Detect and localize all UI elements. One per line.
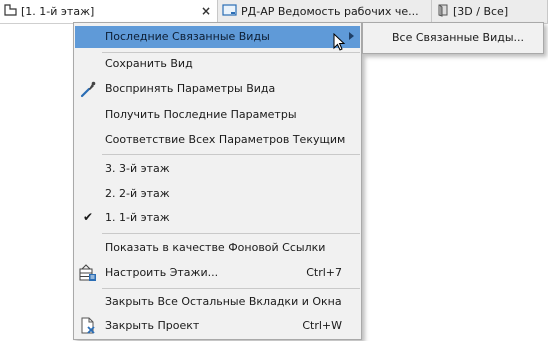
menu-item-label: Сохранить Вид bbox=[105, 57, 193, 70]
menu-item-label: Закрыть Проект bbox=[105, 319, 200, 332]
menu-item-close-project[interactable]: Закрыть Проект Ctrl+W bbox=[75, 315, 360, 337]
menu-item-label: 1. 1-й этаж bbox=[105, 211, 170, 224]
menu-item-shortcut: Ctrl+W bbox=[302, 319, 342, 332]
tab-label: [3D / Все] bbox=[453, 5, 509, 18]
floor-settings-icon bbox=[79, 264, 97, 282]
tab-label: РД-АР Ведомость рабочих че... bbox=[241, 5, 419, 18]
menu-item-save-view[interactable]: Сохранить Вид bbox=[75, 53, 360, 75]
menu-separator bbox=[102, 233, 360, 234]
close-project-icon bbox=[79, 317, 97, 335]
app-frame: [1. 1-й этаж] × РД-АР Ведомость рабочих … bbox=[0, 0, 548, 341]
menu-item-shortcut: Ctrl+7 bbox=[306, 266, 342, 279]
tab-bar: [1. 1-й этаж] × РД-АР Ведомость рабочих … bbox=[0, 0, 548, 24]
tab-layout[interactable]: РД-АР Ведомость рабочих че... bbox=[218, 0, 432, 23]
recent-linked-views-submenu: Все Связанные Виды... bbox=[362, 22, 544, 54]
tab-context-menu: Последние Связанные Виды Сохранить Вид В… bbox=[73, 22, 362, 340]
menu-item-label: Соответствие Всех Параметров Текущим bbox=[105, 133, 346, 146]
menu-separator bbox=[102, 288, 360, 289]
close-icon[interactable]: × bbox=[201, 4, 211, 18]
menu-item-floor-settings[interactable]: Настроить Этажи... Ctrl+7 bbox=[75, 262, 360, 284]
checkmark-icon: ✔ bbox=[83, 210, 94, 224]
menu-separator bbox=[102, 154, 360, 155]
menu-item-recent-linked-views[interactable]: Последние Связанные Виды bbox=[75, 26, 360, 48]
menu-item-label: 3. 3-й этаж bbox=[105, 162, 170, 175]
menu-item-all-linked-views[interactable]: Все Связанные Виды... bbox=[364, 24, 542, 52]
menu-item-floor-3[interactable]: 3. 3-й этаж bbox=[75, 158, 360, 180]
menu-item-label: Воспринять Параметры Вида bbox=[105, 82, 276, 95]
menu-item-floor-2[interactable]: 2. 2-й этаж bbox=[75, 183, 360, 205]
menu-item-match-all-settings[interactable]: Соответствие Всех Параметров Текущим bbox=[75, 129, 360, 151]
menu-item-close-other-tabs[interactable]: Закрыть Все Остальные Вкладки и Окна bbox=[75, 291, 360, 313]
menu-item-label: Последние Связанные Виды bbox=[105, 30, 270, 43]
menu-item-label: Все Связанные Виды... bbox=[392, 31, 525, 44]
menu-item-label: 2. 2-й этаж bbox=[105, 187, 170, 200]
tab-floor-plan[interactable]: [1. 1-й этаж] × bbox=[0, 0, 218, 23]
mouse-cursor-icon bbox=[333, 32, 347, 56]
floor-plan-icon bbox=[4, 3, 18, 20]
eyedropper-icon bbox=[79, 80, 97, 98]
layout-sheet-icon bbox=[222, 3, 238, 20]
menu-item-label: Показать в качестве Фоновой Ссылки bbox=[105, 241, 326, 254]
menu-item-get-last-settings[interactable]: Получить Последние Параметры bbox=[75, 104, 360, 126]
menu-item-label: Настроить Этажи... bbox=[105, 266, 219, 279]
menu-item-label: Получить Последние Параметры bbox=[105, 108, 297, 121]
menu-item-floor-1[interactable]: ✔ 1. 1-й этаж bbox=[75, 207, 360, 229]
3d-window-icon bbox=[436, 3, 450, 20]
menu-item-pick-up-view-settings[interactable]: Воспринять Параметры Вида bbox=[75, 78, 360, 100]
tab-label: [1. 1-й этаж] bbox=[21, 5, 95, 18]
menu-item-label: Закрыть Все Остальные Вкладки и Окна bbox=[105, 295, 342, 308]
submenu-arrow-icon bbox=[349, 32, 354, 40]
menu-item-show-as-trace[interactable]: Показать в качестве Фоновой Ссылки bbox=[75, 237, 360, 259]
tab-3d[interactable]: [3D / Все] bbox=[432, 0, 548, 23]
